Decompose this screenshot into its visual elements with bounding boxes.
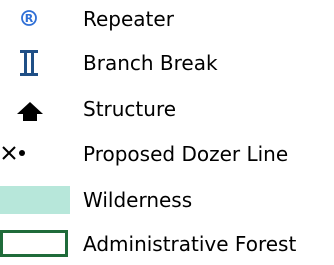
legend-item-repeater: R Repeater: [0, 0, 334, 38]
legend-label: Administrative Forest: [83, 232, 297, 256]
structure-icon: [0, 90, 72, 128]
legend-label: Repeater: [83, 7, 174, 31]
svg-text:R: R: [25, 12, 34, 25]
branch-break-icon: [0, 44, 72, 82]
administrative-forest-swatch: [0, 225, 72, 263]
wilderness-swatch: [0, 181, 72, 219]
legend-item-branch-break: Branch Break: [0, 44, 334, 82]
legend-label: Branch Break: [83, 51, 218, 75]
legend-item-structure: Structure: [0, 90, 334, 128]
legend-item-wilderness: Wilderness: [0, 181, 334, 219]
legend-label: Proposed Dozer Line: [83, 142, 289, 166]
repeater-icon: R: [0, 0, 72, 38]
proposed-dozer-line-icon: [0, 135, 72, 173]
legend-item-administrative-forest: Administrative Forest: [0, 225, 334, 263]
legend-label: Wilderness: [83, 188, 193, 212]
legend-label: Structure: [83, 97, 177, 121]
legend-item-proposed-dozer-line: Proposed Dozer Line: [0, 135, 334, 173]
map-legend: R Repeater Branch Break Structure Propos…: [0, 0, 334, 265]
